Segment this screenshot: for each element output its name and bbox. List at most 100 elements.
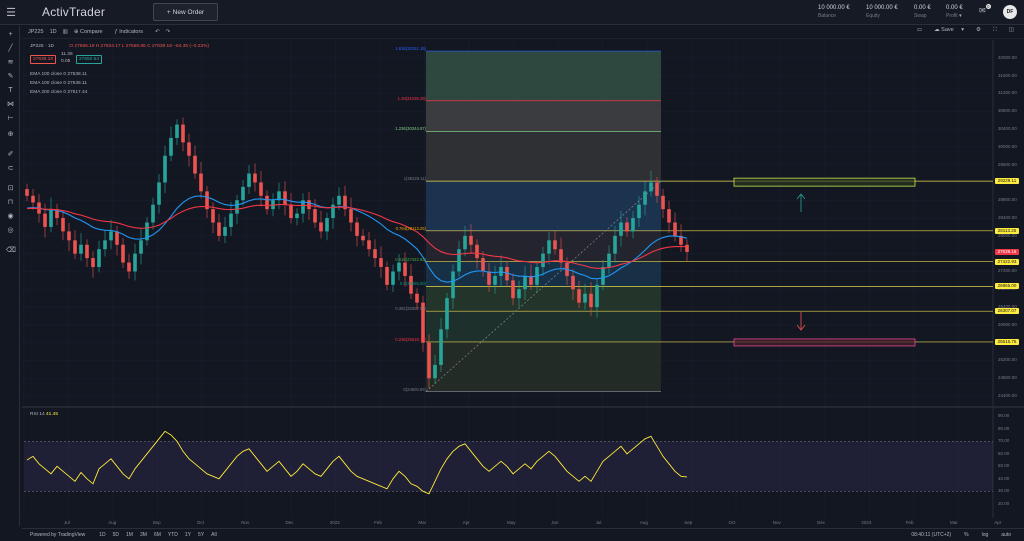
- percent-toggle[interactable]: %: [964, 532, 968, 538]
- rsi-axis-label: 60.00: [998, 450, 1010, 456]
- candle-body: [541, 253, 545, 268]
- candle-body: [223, 226, 227, 236]
- candle-body: [493, 275, 497, 285]
- range-1m[interactable]: 1M: [126, 532, 133, 538]
- candle-body: [463, 235, 467, 250]
- price-axis-label: 30400.00: [998, 126, 1017, 132]
- candle-body: [211, 209, 215, 223]
- time-axis-label: Dec: [817, 520, 826, 525]
- fib-level-label: 0.5(26865.00): [399, 281, 426, 287]
- candle-body: [607, 253, 611, 268]
- rsi-axis-label: 90.00: [998, 413, 1010, 419]
- time-axis-label: Oct: [196, 520, 204, 525]
- candle-body: [427, 342, 431, 379]
- range-3m[interactable]: 3M: [140, 532, 147, 538]
- price-axis-label: 28800.00: [998, 197, 1017, 203]
- powered-by[interactable]: Powered by TradingView: [30, 532, 85, 538]
- target-zones[interactable]: [733, 177, 916, 347]
- candle-body: [613, 235, 617, 254]
- candle-body: [355, 222, 359, 236]
- range-6m[interactable]: 6M: [154, 532, 161, 538]
- price-tag: 25616.75: [995, 338, 1019, 345]
- candle-body: [43, 213, 47, 227]
- candle-body: [127, 262, 131, 272]
- sell-price-box[interactable]: 27639.18: [30, 55, 57, 64]
- candle-body: [73, 240, 77, 254]
- fib-level-label: 1.28(31035.29): [397, 95, 426, 101]
- price-axis-label: 32000.00: [998, 54, 1017, 60]
- fib-level-label: 0.382(26307.07): [395, 306, 426, 312]
- time-axis-label: Oct: [728, 520, 736, 525]
- candle-body: [181, 124, 185, 143]
- rsi-label: RSI 14: [30, 412, 45, 417]
- candle-body: [235, 200, 239, 214]
- range-ytd[interactable]: YTD: [168, 532, 178, 538]
- candle-body: [625, 222, 629, 232]
- ema-legend-3: EMA 200 close 0 27517.44: [30, 90, 88, 95]
- rsi-axis-label: 40.00: [998, 475, 1010, 481]
- range-all[interactable]: All: [211, 532, 217, 538]
- candle-body: [403, 262, 407, 276]
- time-axis-label: Feb: [905, 520, 914, 525]
- candle-body: [589, 293, 593, 308]
- price-axis-label: 28400.00: [998, 215, 1017, 221]
- fib-level-label: 0.764(28113.25): [395, 225, 426, 231]
- price-tag: 28113.25: [995, 227, 1019, 234]
- fib-level-label: 1(29229.11): [403, 176, 426, 182]
- candle-body: [331, 204, 335, 219]
- range-1d[interactable]: 1D: [99, 532, 105, 538]
- candle-body: [169, 137, 173, 156]
- candle-body: [487, 271, 491, 285]
- time-axis-label: Aug: [639, 520, 648, 525]
- rsi-axis-label: 80.00: [998, 425, 1010, 431]
- time-axis-label: Apr: [994, 520, 1002, 525]
- range-5d[interactable]: 5D: [113, 532, 119, 538]
- candle-body: [133, 253, 137, 272]
- range-1y[interactable]: 1Y: [185, 532, 191, 538]
- candle-body: [79, 244, 83, 254]
- log-toggle[interactable]: log: [982, 532, 989, 538]
- price-tag: 29229.11: [995, 178, 1019, 185]
- candle-body: [415, 293, 419, 303]
- candle-body: [121, 244, 125, 263]
- candle-body: [67, 231, 71, 241]
- fib-zone: [426, 311, 661, 342]
- candle-body: [475, 244, 479, 259]
- time-axis-label: Nov: [241, 520, 250, 525]
- fib-zone: [426, 100, 661, 132]
- time-axis-label: 2022: [329, 520, 340, 525]
- time-axis-label: Feb: [374, 520, 382, 525]
- candle-body: [643, 191, 647, 205]
- price-axis-label: 26000.00: [998, 321, 1017, 327]
- candle-body: [685, 244, 689, 252]
- auto-toggle[interactable]: auto: [1001, 532, 1011, 538]
- time-axis-label: Mar: [418, 520, 427, 525]
- candle-body: [157, 182, 161, 205]
- rsi-band: [24, 441, 993, 492]
- time-axis-label: 2023: [861, 520, 872, 525]
- price-chart[interactable]: [0, 0, 1024, 541]
- time-axis-label: Mar: [950, 520, 958, 525]
- buy-price-box[interactable]: 27650.54: [76, 55, 103, 64]
- candle-body: [193, 155, 197, 174]
- time-axis-label: Dec: [285, 520, 294, 525]
- candle-body: [349, 209, 353, 223]
- upper-target-zone: [733, 177, 916, 187]
- bottom-bar: Powered by TradingView 1D 5D 1M 3M 6M YT…: [22, 528, 1024, 541]
- candle-body: [313, 209, 317, 223]
- candle-body: [265, 195, 269, 210]
- candle-body: [307, 200, 311, 210]
- candle-body: [175, 124, 179, 138]
- candle-body: [637, 204, 641, 219]
- candle-body: [109, 231, 113, 241]
- range-5y[interactable]: 5Y: [198, 532, 204, 538]
- price-axis-label: 27200.00: [998, 268, 1017, 274]
- price-axis-label: 25200.00: [998, 357, 1017, 363]
- trading-app: ☰ ActivTrader + New Order 10 000.00 € Ba…: [0, 0, 1024, 541]
- candle-body: [199, 173, 203, 192]
- candle-body: [433, 364, 437, 379]
- time-axis-label: Jun: [551, 520, 559, 525]
- time-axis-label: Sep: [152, 520, 161, 525]
- time-axis-label: Apr: [462, 520, 470, 525]
- time-axis-label: May: [507, 520, 516, 525]
